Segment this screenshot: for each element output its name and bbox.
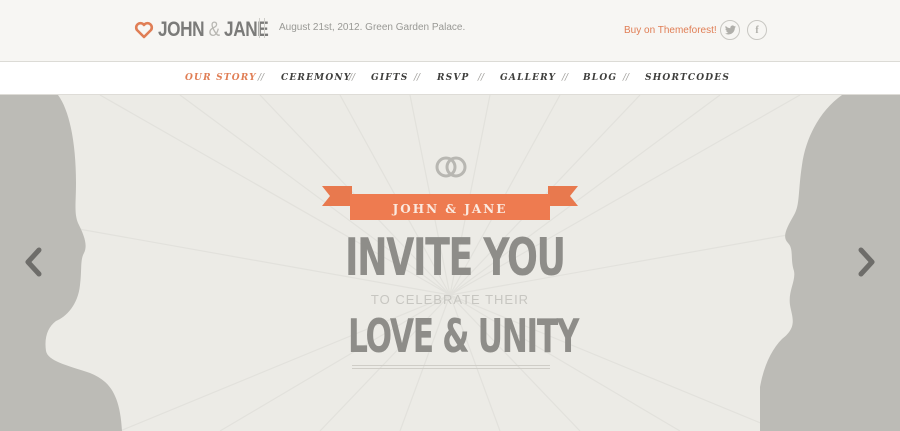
buy-link[interactable]: Buy on Themeforest! <box>624 25 717 36</box>
nav-separator: // <box>349 73 356 83</box>
site-header: JOHN & JANE August 21st, 2012. Green Gar… <box>0 0 900 62</box>
groom-silhouette <box>0 95 122 431</box>
event-tagline: August 21st, 2012. Green Garden Palace. <box>279 22 466 33</box>
nav-item-ceremony[interactable]: CEREMONY <box>281 73 351 83</box>
rings-icon <box>435 156 467 178</box>
bride-silhouette <box>760 95 900 431</box>
divider-line <box>352 365 550 366</box>
nav-item-blog[interactable]: BLOG <box>583 73 617 83</box>
heart-icon <box>134 21 154 39</box>
chevron-left-icon[interactable] <box>22 245 44 279</box>
nav-item-our-story[interactable]: OUR STORY <box>185 73 257 83</box>
site-logo[interactable]: JOHN & JANE <box>134 17 293 43</box>
nav-separator: // <box>414 73 421 83</box>
headline-subtitle: TO CELEBRATE THEIR <box>370 292 530 307</box>
nav-item-rsvp[interactable]: RSVP <box>437 73 470 83</box>
facebook-glyph: f <box>755 24 759 36</box>
logo-text: JOHN & JANE <box>158 18 269 41</box>
main-nav: OUR STORY // CEREMONY // GIFTS // RSVP /… <box>0 62 900 95</box>
nav-item-gallery[interactable]: GALLERY <box>500 73 556 83</box>
ribbon-text: JOHN & JANE <box>392 202 508 216</box>
twitter-icon[interactable] <box>720 20 740 40</box>
nav-item-shortcodes[interactable]: SHORTCODES <box>645 73 730 83</box>
nav-separator: // <box>258 73 265 83</box>
facebook-icon[interactable]: f <box>747 20 767 40</box>
nav-separator: // <box>562 73 569 83</box>
chevron-right-icon[interactable] <box>856 245 878 279</box>
nav-item-gifts[interactable]: GIFTS <box>371 73 408 83</box>
header-divider <box>259 18 265 38</box>
nav-separator: // <box>478 73 485 83</box>
divider-line <box>352 368 550 369</box>
headline-invite: INVITE YOU <box>345 228 566 288</box>
headline-love-unity: LOVE & UNITY <box>348 309 579 363</box>
hero-slider: JOHN & JANE INVITE YOU TO CELEBRATE THEI… <box>0 95 900 431</box>
nav-separator: // <box>623 73 630 83</box>
twitter-bird-icon <box>724 25 736 35</box>
